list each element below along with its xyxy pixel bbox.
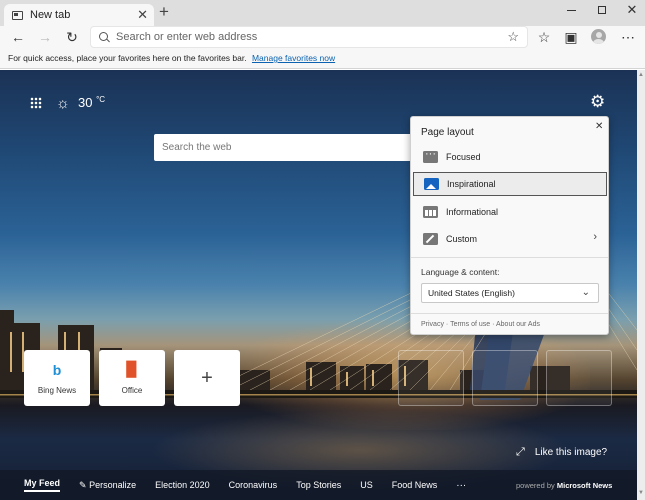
flyout-divider xyxy=(411,257,608,258)
powered-prefix: powered by xyxy=(516,481,555,490)
new-tab-page-icon xyxy=(12,10,23,20)
scroll-up-arrow[interactable]: ▲ xyxy=(638,72,644,78)
browser-toolbar: ← → ↻ ☆ ☆ ▣ ⋯ xyxy=(0,26,645,49)
weather-sun-icon[interactable]: ☼ xyxy=(56,95,70,112)
nav-top-stories[interactable]: Top Stories xyxy=(296,480,341,490)
nav-personalize[interactable]: ✎ Personalize xyxy=(79,480,136,491)
powered-brand: Microsoft News xyxy=(556,481,613,490)
nav-more-icon[interactable]: ··· xyxy=(456,480,466,491)
flyout-close-icon[interactable]: ✕ xyxy=(595,121,603,132)
web-search-box[interactable] xyxy=(154,134,412,161)
address-input[interactable] xyxy=(116,29,496,45)
quick-link-office[interactable]: ▉ Office xyxy=(99,350,165,406)
language-select-value: United States (English) xyxy=(428,288,515,298)
like-this-image-link[interactable]: ⤢ Like this image? xyxy=(516,446,607,459)
like-image-label: Like this image? xyxy=(534,447,608,458)
favorites-bar-text: For quick access, place your favorites h… xyxy=(8,53,247,63)
forward-arrow-icon[interactable]: → xyxy=(35,27,55,47)
temperature-unit: °C xyxy=(96,95,106,104)
quick-link-label: Bing News xyxy=(37,385,77,395)
nav-us[interactable]: US xyxy=(360,480,373,490)
empty-quick-link-slot xyxy=(546,350,612,406)
nav-my-feed[interactable]: My Feed xyxy=(24,478,61,492)
expand-icon: ⤢ xyxy=(516,446,525,458)
chevron-down-icon: ⌄ xyxy=(581,287,590,298)
tab-new-tab[interactable]: New tab ✕ xyxy=(4,4,154,26)
refresh-icon[interactable]: ↻ xyxy=(62,27,82,47)
window-close-button[interactable]: ✕ xyxy=(617,0,645,20)
maximize-icon xyxy=(598,6,606,14)
manage-favorites-link[interactable]: Manage favorites now xyxy=(252,53,335,63)
layout-option-inspirational[interactable]: Inspirational xyxy=(413,172,607,196)
address-bar[interactable]: ☆ xyxy=(90,26,528,48)
profile-avatar[interactable] xyxy=(591,29,606,44)
back-arrow-icon[interactable]: ← xyxy=(8,27,28,47)
plus-icon: + xyxy=(201,366,213,389)
title-bar: New tab ✕ + ✕ xyxy=(0,0,645,26)
language-content-label: Language & content: xyxy=(421,267,500,277)
informational-icon xyxy=(423,206,438,218)
favorites-icon[interactable]: ☆ xyxy=(534,27,554,47)
chevron-right-icon: › xyxy=(593,231,597,243)
flyout-footer: Privacy · Terms of use · About our Ads xyxy=(421,321,540,328)
scroll-down-arrow[interactable]: ▼ xyxy=(638,490,644,496)
quick-link-bing-news[interactable]: b Bing News xyxy=(24,350,90,406)
empty-quick-link-slot xyxy=(472,350,538,406)
maximize-button[interactable] xyxy=(587,0,617,20)
apps-launcher-icon[interactable] xyxy=(30,97,42,109)
temperature-value: 30 xyxy=(78,95,93,110)
about-ads-link[interactable]: About our Ads xyxy=(496,321,540,328)
favorites-bar: For quick access, place your favorites h… xyxy=(0,49,645,69)
weather-temperature[interactable]: 30 °C xyxy=(78,95,105,110)
page-layout-flyout: Page layout ✕ Focused Inspirational Info… xyxy=(410,116,609,335)
nav-election-2020[interactable]: Election 2020 xyxy=(155,480,210,490)
layout-option-label: Inspirational xyxy=(447,179,496,189)
privacy-link[interactable]: Privacy xyxy=(421,321,444,328)
quick-link-label: Office xyxy=(121,386,143,395)
custom-icon xyxy=(423,233,438,245)
page-scrollbar[interactable]: ▲ ▼ xyxy=(637,70,645,500)
minimize-icon xyxy=(566,9,576,11)
language-select[interactable]: United States (English) ⌄ xyxy=(421,283,599,303)
tab-close-icon[interactable]: ✕ xyxy=(137,7,148,23)
settings-more-icon[interactable]: ⋯ xyxy=(618,27,638,47)
bing-icon: b xyxy=(52,361,62,378)
search-icon xyxy=(99,32,108,41)
layout-option-label: Focused xyxy=(446,152,481,162)
layout-option-label: Informational xyxy=(446,207,499,217)
web-search-input[interactable] xyxy=(162,140,402,155)
add-quick-link-button[interactable]: + xyxy=(174,350,240,406)
minimize-button[interactable] xyxy=(556,0,586,20)
collections-icon[interactable]: ▣ xyxy=(561,27,581,47)
nav-personalize-label: Personalize xyxy=(89,479,137,490)
empty-quick-link-slot xyxy=(398,350,464,406)
add-favorite-star-icon[interactable]: ☆ xyxy=(507,29,519,45)
layout-option-label: Custom xyxy=(446,234,478,244)
pencil-icon: ✎ xyxy=(79,479,87,490)
focused-icon xyxy=(423,148,438,163)
nav-food-news[interactable]: Food News xyxy=(392,480,438,490)
flyout-divider xyxy=(411,313,608,314)
layout-option-focused[interactable]: Focused xyxy=(413,145,607,169)
powered-by-label: powered by Microsoft News xyxy=(516,481,612,490)
layout-option-custom[interactable]: Custom › xyxy=(413,227,607,251)
layout-option-informational[interactable]: Informational xyxy=(413,200,607,224)
new-tab-button[interactable]: + xyxy=(156,3,172,21)
inspirational-icon xyxy=(424,178,439,190)
terms-link[interactable]: Terms of use xyxy=(450,321,490,328)
tab-title: New tab xyxy=(30,9,71,21)
page-settings-gear-icon[interactable]: ⚙ xyxy=(590,92,605,112)
office-icon: ▉ xyxy=(126,361,138,377)
nav-coronavirus[interactable]: Coronavirus xyxy=(229,480,278,490)
page-layout-title: Page layout xyxy=(421,127,474,138)
